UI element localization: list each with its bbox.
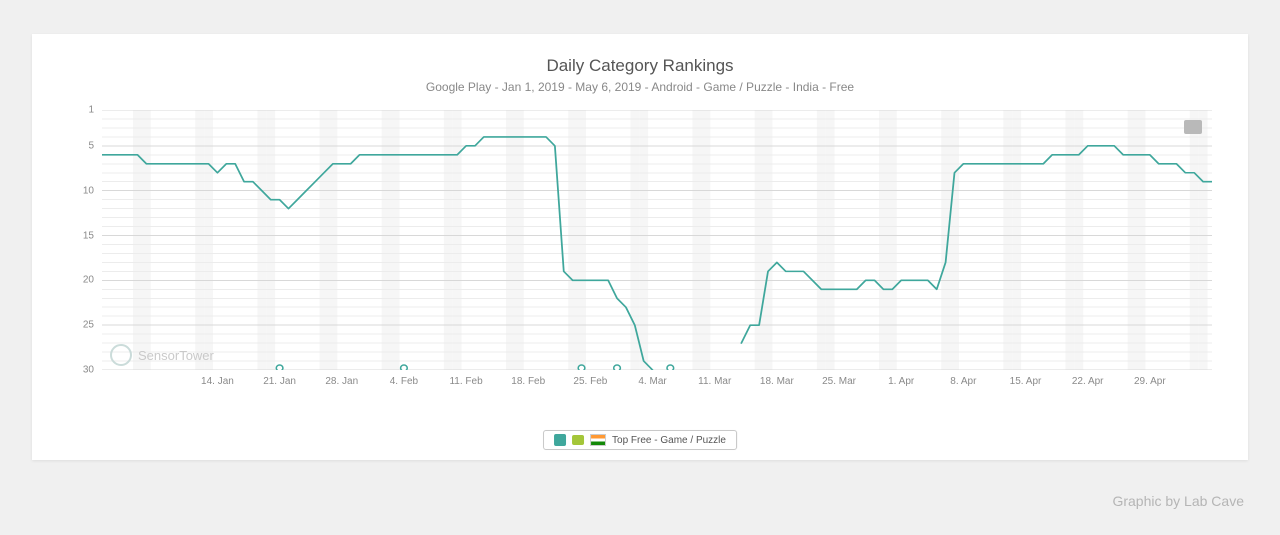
series-svg: [102, 110, 1212, 370]
y-tick-label: 25: [83, 320, 94, 331]
india-flag-icon: [590, 434, 606, 446]
y-tick-label: 5: [88, 140, 94, 151]
x-tick-label: 18. Feb: [511, 376, 545, 387]
chart-subtitle: Google Play - Jan 1, 2019 - May 6, 2019 …: [32, 80, 1248, 94]
y-tick-label: 15: [83, 230, 94, 241]
sensortower-logo-icon: [110, 344, 132, 366]
legend-swatch-icon: [554, 434, 566, 446]
x-tick-label: 28. Jan: [325, 376, 358, 387]
plot-canvas: SensorTower: [102, 110, 1212, 370]
android-icon: [572, 435, 584, 445]
y-tick-label: 30: [83, 365, 94, 376]
x-tick-label: 21. Jan: [263, 376, 296, 387]
data-source-watermark: SensorTower: [110, 344, 214, 366]
export-badge[interactable]: [1184, 120, 1202, 134]
x-tick-label: 1. Apr: [888, 376, 914, 387]
y-tick-label: 20: [83, 275, 94, 286]
x-tick-label: 29. Apr: [1134, 376, 1166, 387]
y-tick-label: 10: [83, 185, 94, 196]
legend[interactable]: Top Free - Game / Puzzle: [543, 430, 737, 450]
x-tick-label: 15. Apr: [1010, 376, 1042, 387]
x-tick-label: 4. Mar: [638, 376, 666, 387]
x-tick-label: 11. Mar: [698, 376, 731, 387]
x-tick-label: 25. Mar: [822, 376, 856, 387]
watermark-text: SensorTower: [138, 348, 214, 363]
y-axis: 151015202530: [72, 110, 96, 370]
y-tick-label: 1: [88, 105, 94, 116]
x-tick-label: 22. Apr: [1072, 376, 1104, 387]
x-tick-label: 11. Feb: [449, 376, 482, 387]
chart-title: Daily Category Rankings: [32, 56, 1248, 76]
x-tick-label: 18. Mar: [760, 376, 794, 387]
x-tick-label: 4. Feb: [390, 376, 418, 387]
plot-area: 151015202530 SensorTower 14. Jan21. Jan2…: [72, 110, 1212, 400]
legend-label: Top Free - Game / Puzzle: [612, 435, 726, 446]
attribution-text: Graphic by Lab Cave: [1112, 493, 1244, 509]
x-tick-label: 8. Apr: [950, 376, 976, 387]
x-axis: 14. Jan 21. Jan 28. Jan 4. Feb 11. Feb 18. Fe…: [102, 376, 1212, 390]
chart-card: Daily Category Rankings Google Play - Ja…: [32, 34, 1248, 460]
x-tick-label: 14. Jan: [201, 376, 234, 387]
x-tick-label: 25. Feb: [573, 376, 607, 387]
